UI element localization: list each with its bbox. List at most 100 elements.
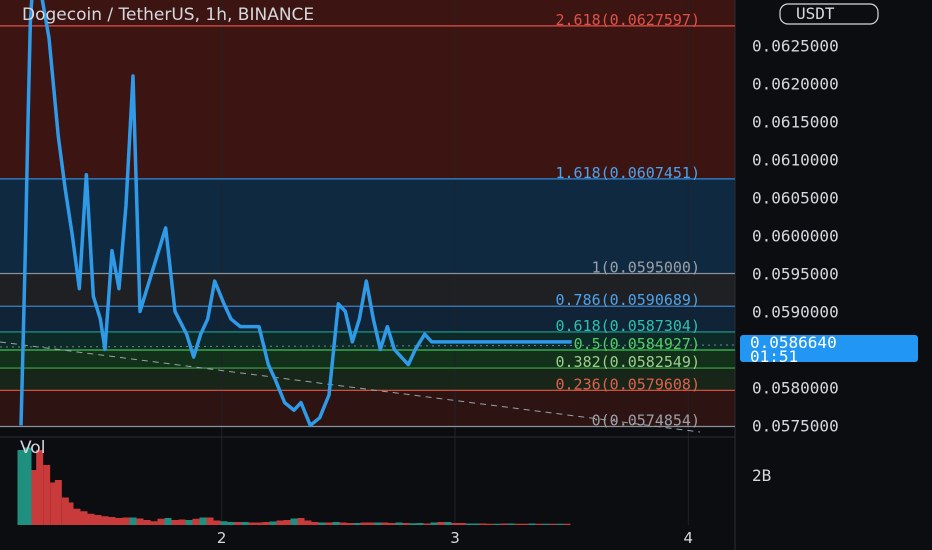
volume-bar-47 — [339, 522, 347, 525]
currency-badge[interactable]: USDT — [796, 4, 835, 23]
volume-bar-75 — [535, 523, 543, 525]
volume-bar-24 — [178, 519, 186, 525]
fib-label-3: 0.786(0.0590689) — [556, 291, 701, 309]
y-tick-2: 0.0615000 — [752, 113, 839, 132]
price-label-countdown: 01:51 — [750, 347, 798, 366]
y-tick-7: 0.0590000 — [752, 302, 839, 321]
volume-bar-43 — [311, 522, 319, 525]
y-tick-5: 0.0600000 — [752, 226, 839, 245]
y-tick-8: 0.0580000 — [752, 378, 839, 397]
volume-bar-66 — [472, 523, 480, 525]
volume-bar-59 — [423, 523, 431, 525]
volume-bar-74 — [528, 523, 536, 525]
volume-bar-76 — [542, 523, 550, 525]
volume-bar-15 — [115, 518, 123, 525]
volume-label: Vol — [20, 438, 45, 458]
y-tick-1: 0.0620000 — [752, 75, 839, 94]
volume-bar-20 — [150, 521, 158, 525]
volume-bar-34 — [248, 522, 256, 525]
volume-bar-25 — [185, 520, 193, 525]
volume-bar-45 — [325, 522, 333, 525]
volume-bar-49 — [353, 523, 361, 525]
fib-label-1: 1.618(0.0607451) — [556, 164, 701, 182]
volume-bar-72 — [514, 523, 522, 525]
volume-bar-62 — [444, 522, 452, 525]
volume-bar-17 — [129, 517, 137, 525]
volume-bar-14 — [108, 517, 116, 525]
volume-bar-19 — [143, 520, 151, 525]
fib-label-8: 0(0.0574854) — [592, 412, 700, 430]
volume-bar-21 — [157, 518, 165, 525]
volume-bar-23 — [171, 520, 179, 525]
volume-bar-4 — [43, 465, 51, 525]
volume-bar-35 — [255, 522, 263, 525]
volume-bar-39 — [283, 520, 291, 525]
volume-bar-57 — [409, 523, 417, 525]
fib-label-0: 2.618(0.0627597) — [556, 11, 701, 29]
volume-bar-54 — [388, 523, 396, 525]
volume-bar-48 — [346, 523, 354, 525]
volume-bar-67 — [479, 523, 487, 525]
volume-bar-8 — [66, 502, 74, 525]
y-tick-3: 0.0610000 — [752, 151, 839, 170]
volume-bar-37 — [269, 521, 277, 525]
chart-window: 2.618(0.0627597) 1.618(0.0607451) 1(0.0595… — [0, 0, 932, 550]
volume-bar-36 — [262, 522, 270, 525]
x-tick-0: 2 — [217, 529, 227, 547]
volume-bar-46 — [332, 522, 340, 525]
x-tick-2: 4 — [684, 529, 694, 547]
price-chart[interactable]: 2.618(0.0627597) 1.618(0.0607451) 1(0.0595… — [0, 0, 932, 550]
volume-bar-27 — [199, 517, 207, 525]
volume-bar-29 — [213, 520, 221, 525]
volume-bar-60 — [430, 522, 438, 525]
volume-bar-28 — [206, 517, 214, 525]
volume-bar-70 — [500, 523, 508, 525]
fib-label-4: 0.618(0.0587304) — [556, 317, 701, 335]
volume-bar-12 — [94, 515, 102, 525]
volume-bar-0 — [17, 450, 25, 525]
volume-bar-6 — [54, 480, 62, 525]
volume-bar-9 — [73, 508, 81, 525]
volume-bar-65 — [465, 523, 473, 525]
fib-label-6: 0.382(0.0582549) — [556, 353, 701, 371]
volume-bar-3 — [36, 450, 44, 525]
volume-bar-44 — [318, 522, 326, 525]
volume-bar-10 — [80, 511, 88, 525]
price-axis: 0.0625000 0.0620000 0.0615000 0.0610000 0.06… — [752, 37, 839, 436]
volume-bar-16 — [122, 517, 130, 525]
volume-bar-33 — [241, 522, 249, 525]
volume-bar-58 — [416, 523, 424, 525]
y-tick-9: 0.0575000 — [752, 416, 839, 435]
volume-bar-41 — [297, 518, 305, 525]
volume-bars — [17, 447, 571, 525]
volume-bar-69 — [493, 523, 501, 525]
fib-label-5: 0.5(0.0584927) — [574, 335, 700, 353]
fib-label-7: 0.236(0.0579608) — [556, 375, 701, 393]
volume-bar-68 — [486, 523, 494, 525]
volume-bar-31 — [227, 522, 235, 525]
volume-bar-11 — [87, 513, 95, 525]
volume-bar-53 — [381, 522, 389, 525]
y-tick-4: 0.0605000 — [752, 189, 839, 208]
volume-bar-51 — [367, 522, 375, 525]
volume-bar-26 — [192, 518, 200, 525]
volume-bar-73 — [521, 523, 529, 525]
volume-axis-label: 2B — [752, 466, 771, 485]
volume-bar-55 — [395, 522, 403, 525]
volume-bar-1 — [24, 447, 32, 525]
x-tick-1: 3 — [450, 529, 460, 547]
time-axis: 2 3 4 — [217, 529, 693, 547]
chart-title: Dogecoin / TetherUS, 1h, BINANCE — [22, 5, 314, 25]
volume-bar-63 — [451, 523, 459, 525]
y-tick-6: 0.0595000 — [752, 264, 839, 283]
volume-bar-18 — [136, 518, 144, 525]
volume-bar-38 — [276, 520, 284, 525]
volume-bar-52 — [374, 522, 382, 525]
volume-bar-61 — [437, 522, 445, 525]
volume-bar-42 — [304, 520, 312, 525]
y-tick-0: 0.0625000 — [752, 37, 839, 56]
volume-bar-78 — [556, 523, 564, 525]
fib-label-2: 1(0.0595000) — [592, 258, 700, 276]
volume-bar-79 — [563, 523, 571, 525]
volume-bar-13 — [101, 516, 109, 525]
